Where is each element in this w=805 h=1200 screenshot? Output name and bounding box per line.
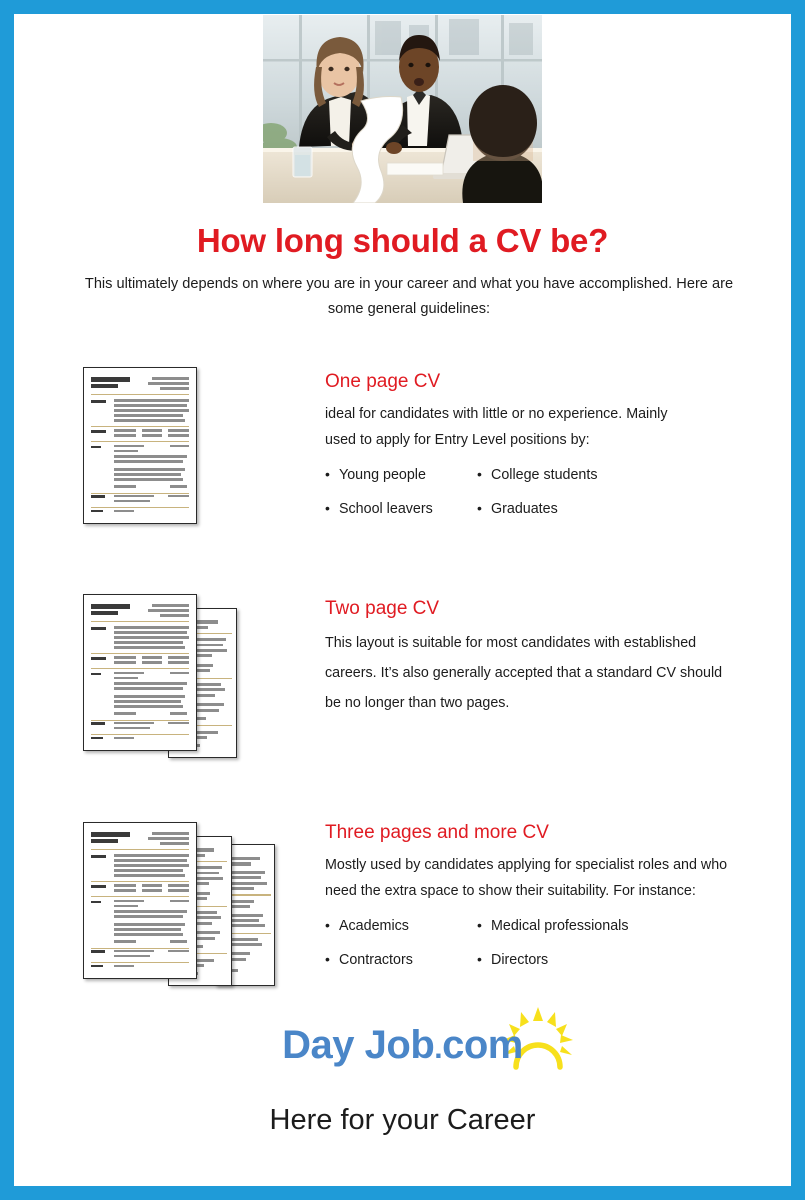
- section-one-page-body: One page CV ideal for candidates with li…: [325, 371, 755, 517]
- logo-wordmark: Day Job.com: [282, 1023, 523, 1067]
- bullet-item: College students: [477, 466, 755, 483]
- subtitle-line-1: This ultimately depends on where you are…: [84, 276, 673, 292]
- bullet-item: School leavers: [325, 500, 477, 517]
- poster-sheet: How long should a CV be? This ultimately…: [14, 14, 791, 1186]
- bullet-item: Directors: [477, 951, 765, 968]
- cv-page-1: [83, 822, 197, 979]
- logo-text-dot: .: [434, 1032, 443, 1065]
- section-three-page-body: Three pages and more CV Mostly used by c…: [325, 822, 765, 968]
- logo-row[interactable]: Day Job.com: [282, 1007, 573, 1081]
- logo-text-day: Day: [282, 1023, 355, 1067]
- water-glass: [292, 146, 313, 178]
- interview-photo-illustration: [263, 15, 542, 203]
- section-three-page: Three pages and more CV Mostly used by c…: [14, 814, 791, 999]
- bullet-item: Young people: [325, 466, 477, 483]
- person-candidate-back: [462, 85, 542, 203]
- section-bullet-list: Academics Medical professionals Contract…: [325, 917, 765, 968]
- brand-logo[interactable]: Day Job.com: [14, 1007, 791, 1081]
- header-photo: [263, 15, 542, 203]
- section-two-page-body: Two page CV This layout is suitable for …: [325, 598, 755, 718]
- page-subtitle: This ultimately depends on where you are…: [69, 272, 749, 322]
- poster-frame: How long should a CV be? This ultimately…: [0, 0, 805, 1200]
- cv-thumbnail-stack-two: [83, 594, 293, 759]
- section-heading: Three pages and more CV: [325, 822, 549, 843]
- section-heading: One page CV: [325, 371, 441, 392]
- section-one-page: One page CV ideal for candidates with li…: [14, 359, 791, 539]
- bullet-item: Graduates: [477, 500, 755, 517]
- logo-text-com: com: [442, 1023, 523, 1067]
- section-two-page: Two page CV This layout is suitable for …: [14, 586, 791, 766]
- cv-page-1: [83, 594, 197, 751]
- cv-page-1: [83, 367, 197, 524]
- bullet-item: Academics: [325, 917, 477, 934]
- logo-text-job: Job: [364, 1023, 435, 1067]
- bullet-item: Medical professionals: [477, 917, 765, 934]
- bullet-item: Contractors: [325, 951, 477, 968]
- section-heading: Two page CV: [325, 598, 440, 619]
- section-bullet-list: Young people College students School lea…: [325, 466, 755, 517]
- tagline: Here for your Career: [269, 1104, 536, 1136]
- cv-thumbnail-stack-one: [83, 367, 293, 532]
- cv-thumbnail-stack-three: [83, 822, 313, 992]
- page-title: How long should a CV be?: [196, 222, 609, 259]
- section-paragraph: This layout is suitable for most candida…: [325, 635, 723, 711]
- section-paragraph: Mostly used by candidates applying for s…: [325, 857, 728, 899]
- section-paragraph: ideal for candidates with little or no e…: [325, 406, 668, 448]
